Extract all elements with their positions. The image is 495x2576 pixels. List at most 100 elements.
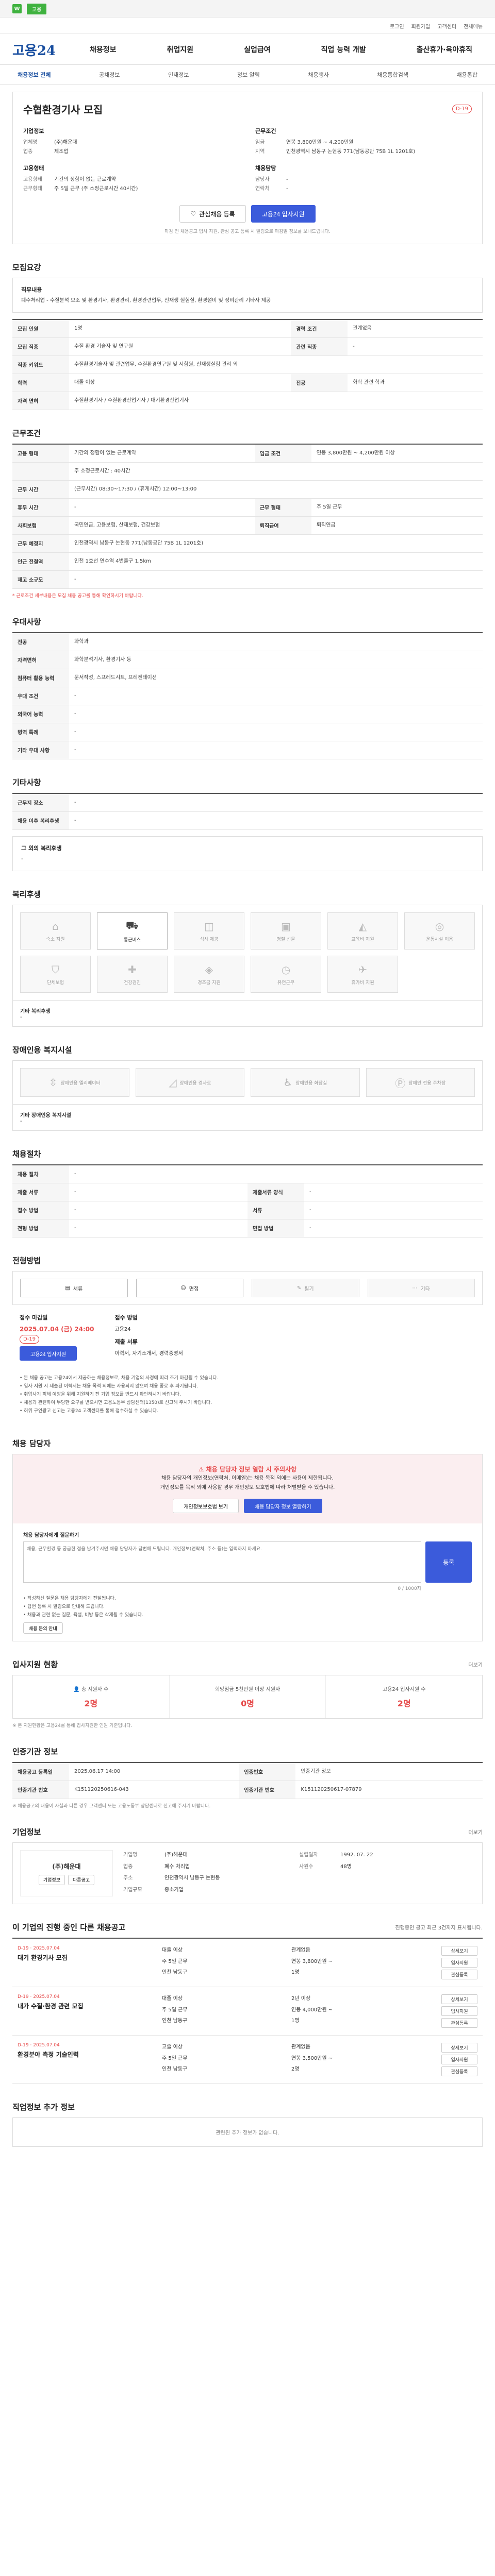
money-icon: ◈ (205, 963, 213, 976)
other-table: 근무지 장소 - 채용 이후 복리후생 - (12, 793, 483, 830)
summary-conditions: 근무조건 임금 연봉 3,800만원 ~ 4,200만원 지역 인천광역시 남동구 … (255, 128, 416, 192)
section-title: 이 기업의 진행 중인 다른 채용공고 (12, 1923, 126, 1932)
summary-note: 마감 전 채용공고 입사 지원, 관심 공고 등록 시 알림으로 마감일 정보를… (164, 229, 331, 234)
apply-button[interactable]: 입사지원 (441, 2055, 477, 2064)
plane-icon: ✈ (358, 963, 367, 976)
company-details: 기업명 (주)해운대 설립일자 1992. 07. 22 업종 폐수 처리업 사원수 48명… (123, 1852, 373, 1893)
table-row: 직종 키워드 수질환경기술자 및 관련업무, 수질환경연구원 및 시험원, 신재생… (12, 355, 483, 374)
section-title: 복리후생 (12, 890, 41, 899)
global-nav: 채용정보 취업지원 실업급여 직업 능력 개발 출산휴가·육아휴직 (79, 44, 483, 55)
welfare-item: ⌂ 숙소 지원 (20, 912, 91, 950)
gnb-item-jobs[interactable]: 채용정보 (90, 44, 117, 55)
more-link[interactable]: 더보기 (468, 1828, 483, 1836)
step-item: ☺ 면접 (136, 1279, 243, 1297)
lnb-item-events[interactable]: 채용행사 (308, 71, 328, 79)
lnb-item-alert[interactable]: 정보 알림 (237, 71, 260, 79)
work-table: 고용 형태 기간의 정함이 없는 근로계약 임금 조건 연봉 3,800만원 ~ 4,… (12, 444, 483, 589)
empty-state: 관련된 추가 정보가 없습니다. (12, 2117, 483, 2147)
table-row: 채용공고 등록일 2025.06.17 14:00 인증번호 인증기관 정보 (12, 1762, 483, 1781)
char-count: 0 / 1000자 (398, 1586, 421, 1591)
apply-button[interactable]: 입사지원 (441, 2006, 477, 2016)
site-logo[interactable]: 고용24 (12, 40, 79, 59)
table-row: 근무 시간 (근무시간) 08:30~17:30 / (휴게시간) 12:00~1… (12, 480, 483, 499)
lnb-item-search[interactable]: 채용통합검색 (377, 71, 408, 79)
section-title: 기타사항 (12, 778, 41, 787)
section-title: 기업정보 (12, 1827, 41, 1837)
section-title: 인증기관 정보 (12, 1747, 58, 1756)
detail-button[interactable]: 상세보기 (441, 1994, 477, 2004)
deadline-apply-button[interactable]: 고용24 입사지원 (20, 1346, 77, 1361)
procedure-steps: ▤ 서류 ☺ 면접 ✎ 필기 ⋯ 기타 (12, 1271, 483, 1305)
gnb-item-unemployment[interactable]: 실업급여 (244, 44, 271, 55)
gnb-item-training[interactable]: 직업 능력 개발 (321, 44, 366, 55)
section-title: 전형방법 (12, 1256, 41, 1265)
prefer-table: 전공 화학과 자격면허 화학분석기사, 환경기사 등 컴퓨터 활용 능력 문서작성, … (12, 632, 483, 759)
company-jobs-button[interactable]: 다른공고 (68, 1874, 95, 1885)
facility-item: Ⓟ 장애인 전용 주차장 (366, 1068, 475, 1097)
scrap-button[interactable]: 관심등록 (441, 1970, 477, 1979)
manager-warning: ⚠ 채용 담당자 정보 열람 시 주의사항 채용 담당자의 개인정보(연락처, … (13, 1454, 482, 1523)
job-summary-card: 수협환경기사 모집 D-19 기업정보 업체명 (주)해운대 업종 제조업 고용형태… (12, 92, 483, 244)
more-link[interactable]: 더보기 (468, 1660, 483, 1668)
section-title: 장애인용 복지시설 (12, 1045, 72, 1055)
customer-center-link[interactable]: 고객센터 (437, 22, 456, 30)
question-submit-button[interactable]: 등록 (425, 1541, 472, 1583)
detail-button[interactable]: 상세보기 (441, 1946, 477, 1956)
login-link[interactable]: 로그인 (390, 22, 404, 30)
table-row: 근무지 장소 - (12, 793, 483, 812)
lnb-item-all[interactable]: 채용정보 전체 (18, 71, 51, 79)
company-info-button[interactable]: 기업정보 (38, 1874, 65, 1885)
company-logo: (주)해운대 기업정보 다른공고 (20, 1850, 113, 1896)
section-title: 모집요강 (12, 263, 41, 272)
local-nav: 채용정보 전체 공채정보 인재정보 정보 알림 채용행사 채용통합검색 채용통합 (0, 65, 495, 84)
section-title: 입사지원 현황 (12, 1660, 58, 1669)
interview-icon: ☺ (180, 1285, 186, 1291)
table-row: 근무 예정지 인천광역시 남동구 논현동 771(남동공단 75B 1L 1201… (12, 534, 483, 553)
lnb-item-talent[interactable]: 인재정보 (168, 71, 189, 79)
gnb-item-support[interactable]: 취업지원 (167, 44, 194, 55)
stat-item: 고용24 입사지원 수 2명 (382, 1687, 426, 1708)
disabled-grid: ⇳ 장애인용 엘리베이터 ◿ 장애인용 경사로 ♿ 장애인용 화장실 Ⓟ 장애인 전용 … (12, 1060, 483, 1105)
table-row: 인근 전철역 인천 1호선 연수역 4번출구 1.5km (12, 552, 483, 571)
lnb-item-public[interactable]: 공채정보 (99, 71, 120, 79)
selection-section: 채용절차 채용 절차 - 제출 서류 - 제출서류 양식 - 접수 방법 - 서류 - 전형 … (12, 1148, 483, 1238)
welfare-item: ◈ 경조금 지원 (174, 956, 244, 993)
work-note: * 근로조건 세부내용은 모집 채용 공고를 통해 확인하시기 바랍니다. (12, 594, 143, 599)
service-pill[interactable]: 고용 (27, 3, 47, 14)
scrap-button[interactable]: 관심등록 (441, 2018, 477, 2028)
welfare-item: ✈ 휴가비 지원 (327, 956, 398, 993)
service-badge[interactable]: W (12, 4, 22, 13)
recruit-table: 모집 인원 1명 경력 조건 관계없음 모집 직종 수질 환경 기술자 및 연구원 관련 … (12, 319, 483, 410)
lnb-item-integrated[interactable]: 채용통합 (456, 71, 477, 79)
list-item[interactable]: D-19 · 2025.07.04 대기 환경기사 모집 대졸 이상 관계없음 주 5… (12, 1939, 483, 1987)
apply-button[interactable]: 입사지원 (441, 1958, 477, 1968)
privacy-law-button[interactable]: 개인정보보호법 보기 (173, 1499, 239, 1513)
scrap-button[interactable]: 관심등록 (441, 2066, 477, 2076)
apply-button[interactable]: 고용24 입사지원 (251, 205, 316, 223)
all-menu-link[interactable]: 전체메뉴 (464, 22, 483, 30)
company-card: (주)해운대 기업정보 다른공고 기업명 (주)해운대 설립일자 1992. 07. … (12, 1842, 483, 1904)
list-item[interactable]: D-19 · 2025.07.04 내가 수질·환경 관련 모집 대졸 이상 2년 … (12, 1987, 483, 2036)
stat-item: 👤 총 지원자 수 2명 (13, 1675, 170, 1718)
extra-info-section: 직업정보 추가 정보 관련된 추가 정보가 없습니다. (12, 2102, 483, 2147)
certification-section: 인증기관 정보 채용공고 등록일 2025.06.17 14:00 인증번호 인증기관… (12, 1746, 483, 1809)
scrap-button[interactable]: ♡ 관심채용 등록 (179, 205, 246, 223)
detail-button[interactable]: 상세보기 (441, 2043, 477, 2053)
gnb-item-leave[interactable]: 출산휴가·육아휴직 (417, 44, 472, 55)
step-item: ⋯ 기타 (367, 1279, 475, 1297)
facility-item: ◿ 장애인용 경사로 (135, 1068, 244, 1097)
procedure-section: 전형방법 ▤ 서류 ☺ 면접 ✎ 필기 ⋯ 기타 접수 마감일 2025.07.04 (… (12, 1255, 483, 1420)
other-section: 기타사항 근무지 장소 - 채용 이후 복리후생 - 그 외의 복리후생 - (12, 777, 483, 871)
section-title: 채용절차 (12, 1149, 41, 1159)
welfare-item: ◎ 운동시설 이용 (404, 912, 475, 950)
view-manager-button[interactable]: 채용 담당자 정보 열람하기 (244, 1499, 322, 1513)
question-guide-button[interactable]: 채용 문의 안내 (23, 1622, 63, 1634)
table-row: 채용 절차 - (12, 1165, 483, 1183)
gift-icon: ▣ (281, 920, 291, 933)
recruit-section: 모집요강 직무내용 폐수처리업 - 수질분석 보조 및 환경기사, 환경관리, … (12, 262, 483, 410)
question-input[interactable] (23, 1541, 421, 1583)
ramp-icon: ◿ (169, 1076, 177, 1089)
table-row: 학력 대졸 이상 전공 화학 관련 학과 (12, 374, 483, 392)
list-item[interactable]: D-19 · 2025.07.04 환경분야 측정 기술인력 고졸 이상 관계없음 주… (12, 2036, 483, 2084)
signup-link[interactable]: 회원가입 (411, 22, 431, 30)
